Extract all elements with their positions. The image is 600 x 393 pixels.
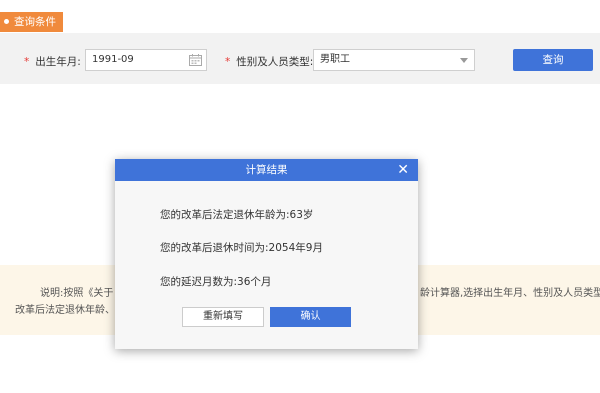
calendar-icon[interactable] [189,54,202,66]
dialog-title: 计算结果 [245,164,288,176]
person-type-select[interactable]: 男职工 [313,49,475,71]
result-retirement-age: 您的改革后法定退休年龄为:63岁 [160,209,314,221]
result-dialog: 计算结果 ✕ 您的改革后法定退休年龄为:63岁 您的改革后退休时间为:2054年… [115,159,418,349]
reset-button[interactable]: 重新填写 [182,307,264,327]
notice-text-line1-start: 说明:按照《关于 [40,288,114,299]
required-mark: * [24,56,30,68]
birth-date-value: 1991-09 [92,54,134,65]
query-button[interactable]: 查询 [513,49,593,71]
result-retirement-time: 您的改革后退休时间为:2054年9月 [160,242,323,254]
person-type-label: * 性别及人员类型: [225,56,314,68]
required-mark: * [225,56,231,68]
chevron-down-icon [460,58,468,63]
section-tag: 查询条件 [0,12,63,32]
birth-date-input[interactable]: 1991-09 [85,49,207,71]
close-icon[interactable]: ✕ [397,159,409,181]
person-type-value: 男职工 [320,54,350,65]
confirm-button[interactable]: 确认 [270,307,351,327]
section-tag-label: 查询条件 [14,16,56,28]
birth-date-label: * 出生年月: [24,56,81,68]
notice-text-line1-end: 龄计算器,选择出生年月、性别及人员类型, [420,288,600,299]
bullet-icon [4,18,9,24]
notice-text-line2-start: 改革后法定退休年龄、 [15,305,115,316]
result-delay-months: 您的延迟月数为:36个月 [160,276,272,288]
dialog-header: 计算结果 ✕ [115,159,418,181]
query-form: * 出生年月: 1991-09 * 性别及人员类型: 男职工 查询 [0,33,600,84]
